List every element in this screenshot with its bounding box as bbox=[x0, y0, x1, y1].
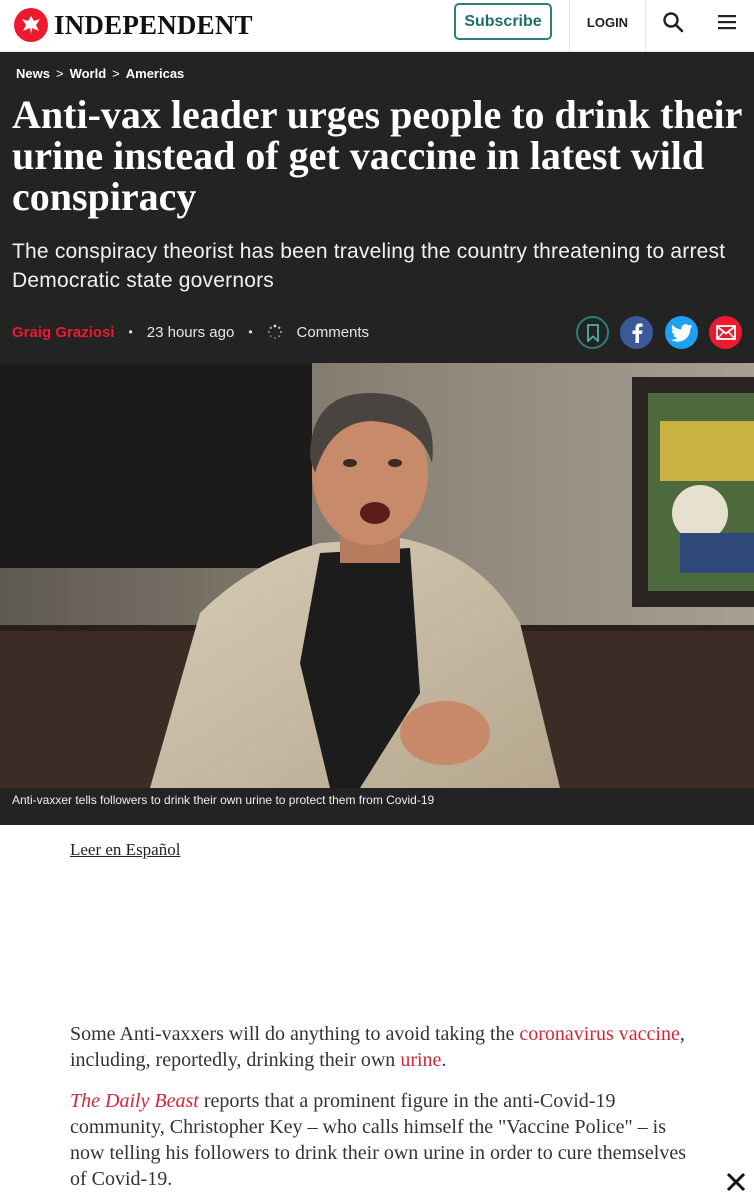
top-navigation-bar: INDEPENDENT Subscribe LOGIN bbox=[0, 0, 754, 52]
urine-link[interactable]: urine bbox=[400, 1049, 441, 1071]
paragraph-text: Some Anti-vaxxers will do anything to av… bbox=[70, 1023, 520, 1045]
publish-time: 23 hours ago bbox=[146, 323, 235, 341]
coronavirus-vaccine-link[interactable]: coronavirus vaccine bbox=[519, 1023, 679, 1045]
author-link[interactable]: Graig Graziosi bbox=[12, 324, 115, 341]
breadcrumb: News > World > Americas bbox=[16, 66, 184, 81]
article-meta: Graig Graziosi • 23 hours ago • Comments bbox=[12, 320, 369, 344]
breadcrumb-separator: > bbox=[112, 66, 120, 81]
search-icon bbox=[663, 12, 684, 33]
facebook-share-button[interactable] bbox=[620, 316, 653, 349]
bookmark-button[interactable] bbox=[576, 316, 609, 349]
twitter-share-button[interactable] bbox=[665, 316, 698, 349]
site-logo[interactable]: INDEPENDENT bbox=[14, 5, 253, 45]
image-caption: Anti-vaxxer tells followers to drink the… bbox=[12, 793, 435, 807]
paragraph-text: . bbox=[441, 1049, 447, 1071]
email-icon bbox=[715, 325, 736, 340]
close-button[interactable] bbox=[718, 1164, 754, 1200]
breadcrumb-news[interactable]: News bbox=[16, 66, 50, 81]
spanish-version-link[interactable]: Leer en Español bbox=[70, 840, 180, 860]
article-hero-image[interactable] bbox=[0, 363, 754, 788]
hamburger-menu-icon bbox=[718, 15, 736, 30]
close-icon bbox=[726, 1172, 746, 1192]
eagle-logo-icon bbox=[14, 8, 48, 42]
article-headline: Anti-vax leader urges people to drink th… bbox=[12, 92, 742, 219]
breadcrumb-world[interactable]: World bbox=[70, 66, 107, 81]
comments-link[interactable]: Comments bbox=[297, 324, 370, 341]
site-brand-name: INDEPENDENT bbox=[54, 9, 253, 40]
daily-beast-link[interactable]: The Daily Beast bbox=[70, 1090, 199, 1112]
article-paragraph-1: Some Anti-vaxxers will do anything to av… bbox=[70, 1021, 686, 1073]
loading-spinner-icon bbox=[267, 324, 282, 339]
twitter-icon bbox=[670, 323, 692, 342]
meta-separator: • bbox=[248, 325, 253, 339]
meta-separator: • bbox=[128, 325, 133, 339]
article-paragraph-2: The Daily Beast reports that a prominent… bbox=[70, 1088, 686, 1192]
hero-photo-illustration bbox=[0, 363, 754, 788]
search-button[interactable] bbox=[646, 0, 700, 44]
login-button[interactable]: LOGIN bbox=[570, 0, 645, 44]
facebook-icon bbox=[632, 322, 643, 343]
breadcrumb-separator: > bbox=[55, 66, 64, 81]
menu-button[interactable] bbox=[700, 0, 754, 44]
bookmark-icon bbox=[586, 323, 599, 342]
email-share-button[interactable] bbox=[709, 316, 742, 349]
subscribe-button[interactable]: Subscribe bbox=[454, 3, 552, 40]
breadcrumb-americas[interactable]: Americas bbox=[126, 66, 185, 81]
article-standfirst: The conspiracy theorist has been traveli… bbox=[12, 240, 726, 292]
